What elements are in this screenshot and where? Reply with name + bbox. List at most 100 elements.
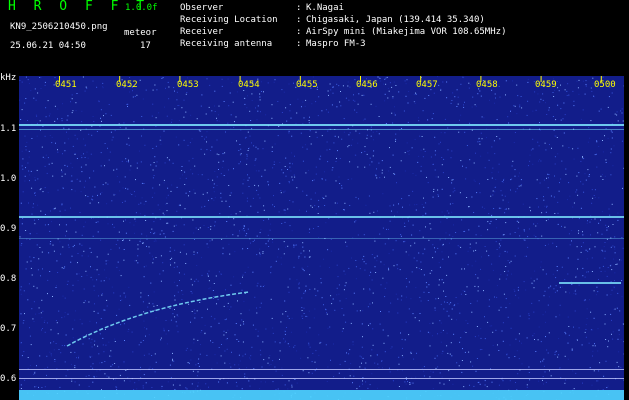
noise-pixel [236,339,238,340]
noise-pixel [582,267,584,269]
noise-pixel [256,312,258,314]
noise-pixel [267,240,269,242]
noise-pixel [598,222,600,224]
noise-pixel [523,230,525,232]
noise-pixel [190,359,192,361]
noise-pixel [418,320,420,322]
noise-pixel [587,271,589,273]
noise-pixel [465,167,467,169]
noise-pixel [594,96,595,98]
noise-pixel [393,81,395,83]
noise-pixel [142,340,144,341]
noise-pixel [439,239,441,241]
noise-pixel [441,188,443,190]
noise-pixel [128,159,129,161]
noise-pixel [397,268,399,270]
noise-pixel [294,155,295,157]
noise-pixel [376,210,378,212]
noise-pixel [96,322,97,324]
noise-pixel [162,77,164,79]
noise-pixel [123,249,125,250]
noise-pixel [325,109,327,111]
noise-pixel [70,180,72,182]
noise-pixel [568,326,570,327]
noise-pixel [373,150,375,152]
noise-pixel [243,225,245,227]
noise-pixel [174,90,175,92]
spectrogram-canvas [19,76,624,400]
noise-pixel [509,233,511,235]
noise-pixel [518,358,520,360]
noise-pixel [100,239,102,241]
noise-pixel [256,119,258,121]
noise-pixel [139,240,141,242]
noise-pixel [614,308,616,310]
noise-pixel [59,210,61,212]
noise-pixel [248,309,250,311]
noise-pixel [148,302,150,304]
noise-pixel [190,114,192,116]
noise-pixel [54,359,56,360]
noise-pixel [285,107,287,109]
noise-pixel [45,154,47,156]
noise-pixel [462,348,463,350]
noise-pixel [457,303,459,305]
noise-pixel [170,190,172,192]
noise-pixel [394,106,395,108]
noise-pixel [446,332,448,334]
noise-pixel [287,388,289,390]
noise-pixel [244,376,246,378]
noise-pixel [194,192,196,194]
noise-pixel [542,360,544,362]
noise-pixel [62,103,63,105]
noise-pixel [230,284,232,286]
noise-pixel [148,246,150,248]
noise-pixel [610,130,612,132]
noise-pixel [23,290,25,292]
noise-pixel [288,380,290,382]
noise-pixel [273,161,275,163]
noise-pixel [560,119,562,121]
noise-pixel [571,230,573,231]
noise-pixel [420,170,422,172]
noise-pixel [44,368,46,369]
noise-pixel [176,186,178,188]
noise-pixel [500,274,502,276]
noise-pixel [24,135,26,137]
noise-pixel [83,153,84,155]
noise-pixel [150,164,152,166]
noise-pixel [288,318,290,319]
noise-pixel [432,196,434,198]
noise-pixel [141,116,143,117]
noise-pixel [26,141,28,143]
noise-pixel [228,243,230,245]
noise-pixel [610,148,612,150]
noise-pixel [305,172,307,174]
noise-pixel [105,182,107,184]
noise-pixel [191,138,193,140]
noise-pixel [109,151,111,153]
noise-pixel [318,237,320,238]
noise-pixel [31,187,33,189]
noise-pixel [420,269,422,270]
noise-pixel [157,204,159,206]
noise-pixel [301,267,303,269]
noise-pixel [246,197,248,199]
noise-pixel [487,152,489,154]
noise-pixel [22,218,24,219]
noise-pixel [224,362,226,364]
noise-pixel [107,147,108,149]
noise-pixel [489,99,490,101]
noise-pixel [362,336,363,338]
noise-pixel [271,117,273,119]
noise-pixel [320,278,322,280]
noise-pixel [377,363,379,365]
noise-pixel [540,98,542,100]
noise-pixel [34,386,36,388]
noise-pixel [60,352,62,354]
noise-pixel [38,219,39,220]
noise-pixel [159,184,161,186]
noise-pixel [314,308,316,310]
noise-pixel [38,258,40,260]
noise-pixel [61,120,63,122]
